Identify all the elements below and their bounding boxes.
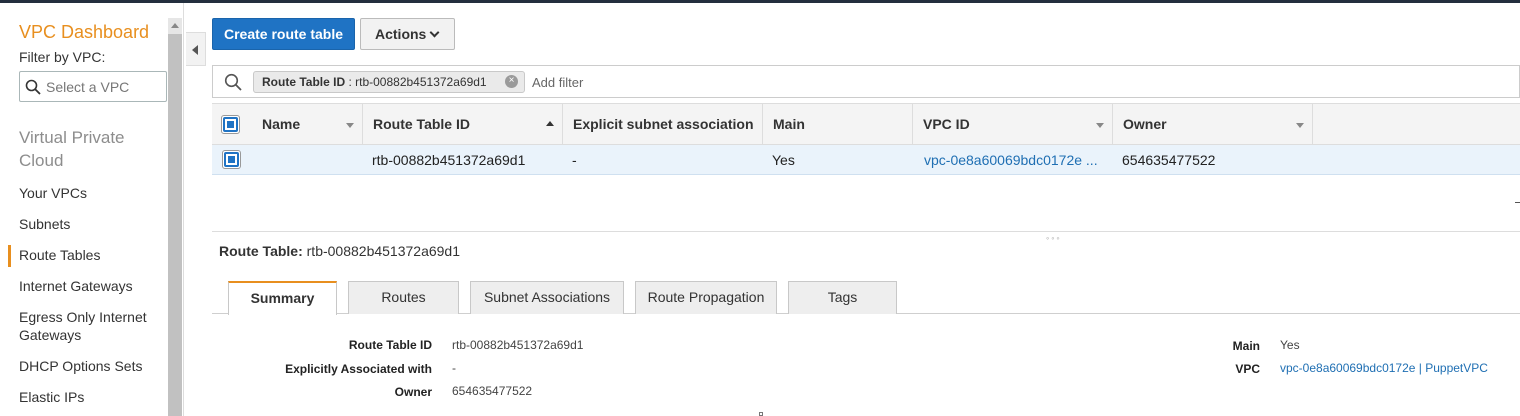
field-label-vpc: VPC [1235,362,1260,376]
sidebar-item-elastic-ips[interactable]: Elastic IPs [19,388,159,406]
column-label: VPC ID [923,116,970,132]
column-label: Owner [1123,116,1167,132]
field-value-route-table-id: rtb-00882b451372a69d1 [452,338,584,352]
filter-by-vpc-label: Filter by VPC: [19,49,106,65]
dropdown-icon [346,123,354,128]
tab-route-propagation[interactable]: Route Propagation [635,281,777,314]
field-label-explicitly-associated: Explicitly Associated with [285,362,432,376]
dropdown-icon [1296,123,1304,128]
sidebar-item-dhcp-options-sets[interactable]: DHCP Options Sets [19,357,159,375]
sort-ascending-icon [546,121,554,126]
table-header: Name Route Table ID Explicit subnet asso… [212,103,1520,145]
select-all-checkbox[interactable] [221,115,240,134]
sidebar-item-your-vpcs[interactable]: Your VPCs [19,184,159,202]
main-content: Create route table Actions Route Table I… [211,3,1520,416]
sidebar-title[interactable]: VPC Dashboard [19,22,149,43]
remove-filter-icon[interactable]: × [505,75,518,88]
sidebar: VPC Dashboard Filter by VPC: Select a VP… [0,3,184,416]
cell-route-table-id: rtb-00882b451372a69d1 [372,152,526,168]
column-header-vpc-id[interactable]: VPC ID [913,104,1113,144]
detail-title-value: rtb-00882b451372a69d1 [306,243,461,259]
cell-explicit-subnet: - [572,152,577,168]
column-label: Name [262,116,301,132]
tab-tags[interactable]: Tags [788,281,897,314]
vpc-select-placeholder: Select a VPC [46,79,130,95]
collapse-sidebar-button[interactable] [186,32,206,66]
column-label: Explicit subnet association [573,116,754,132]
detail-title-label: Route Table: [219,243,303,259]
filter-chip-key: Route Table ID [262,75,346,89]
field-label-main: Main [1232,339,1260,353]
sidebar-scrollbar[interactable] [168,18,182,416]
column-label: Route Table ID [373,116,470,132]
detail-title: Route Table: rtb-00882b451372a69d1 [219,243,460,259]
cell-vpc-id-link[interactable]: vpc-0e8a60069bdc0172e ... [924,145,1109,175]
checkbox-checked-icon [223,117,238,132]
sidebar-section-title: Virtual Private Cloud [19,128,125,170]
actions-button[interactable]: Actions [360,18,455,50]
checkbox-checked-icon [224,152,239,167]
filter-chip-value: : rtb-00882b451372a69d1 [348,75,487,89]
column-header-name[interactable]: Name [252,104,363,144]
field-value-vpc-link[interactable]: vpc-0e8a60069bdc0172e | PuppetVPC [1280,361,1488,375]
resize-handle-icon[interactable] [759,412,763,416]
column-header-owner[interactable]: Owner [1113,104,1313,144]
column-label: Main [773,116,805,132]
sidebar-item-internet-gateways[interactable]: Internet Gateways [19,277,159,295]
pane-splitter[interactable] [212,231,1520,232]
sidebar-content: VPC Dashboard Filter by VPC: Select a VP… [0,3,168,416]
cell-name [262,145,362,175]
actions-label: Actions [375,26,427,42]
table-row[interactable]: rtb-00882b451372a69d1 - Yes vpc-0e8a6006… [212,145,1520,175]
tab-routes[interactable]: Routes [348,281,459,314]
row-checkbox[interactable] [222,150,241,169]
column-header-route-table-id[interactable]: Route Table ID [363,104,563,144]
filter-chip[interactable]: Route Table ID : rtb-00882b451372a69d1 × [253,71,525,93]
chevron-down-icon [429,27,440,38]
filter-bar[interactable]: Route Table ID : rtb-00882b451372a69d1 ×… [212,65,1520,98]
field-label-owner: Owner [394,385,432,399]
cell-main: Yes [772,152,795,168]
sidebar-item-egress-only-internet-gateways[interactable]: Egress Only Internet Gateways [19,308,159,344]
field-value-main: Yes [1280,338,1300,352]
field-label-route-table-id: Route Table ID [348,338,432,352]
vpc-select[interactable]: Select a VPC [19,71,167,102]
tab-subnet-associations[interactable]: Subnet Associations [470,281,624,314]
cell-owner: 654635477522 [1122,152,1216,168]
search-icon [224,73,242,91]
active-indicator [8,245,11,267]
add-filter-input[interactable]: Add filter [532,75,583,90]
create-route-table-button[interactable]: Create route table [212,18,355,50]
resize-edge-marker [1515,202,1520,203]
scroll-up-arrow-icon[interactable] [168,18,182,34]
dropdown-icon [1096,123,1104,128]
column-header-main[interactable]: Main [763,104,913,144]
sidebar-item-route-tables[interactable]: Route Tables [19,246,159,264]
drag-handle-icon[interactable]: ◦◦◦ [1046,233,1062,243]
search-icon [25,79,41,95]
sidebar-item-subnets[interactable]: Subnets [19,215,159,233]
column-header-explicit-subnet-association[interactable]: Explicit subnet association [563,104,763,144]
field-value-owner: 654635477522 [452,384,533,398]
tab-summary[interactable]: Summary [228,281,337,315]
field-value-explicitly-associated: - [452,361,456,375]
